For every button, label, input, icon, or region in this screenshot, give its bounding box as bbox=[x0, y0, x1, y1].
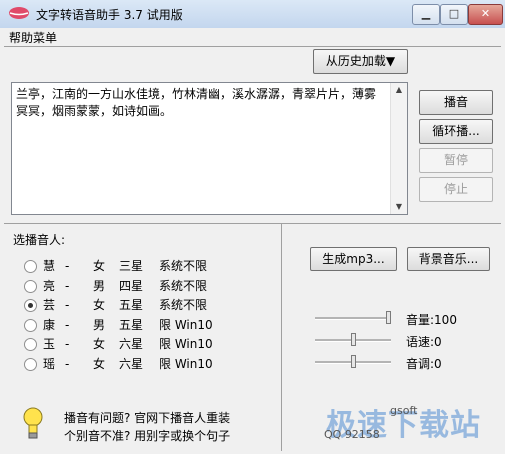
tip-line-1: 播音有问题? 官网下播音人重装 bbox=[64, 411, 231, 425]
scroll-up-icon[interactable]: ▲ bbox=[394, 85, 404, 95]
voice-dash: - bbox=[65, 356, 70, 371]
lips-app-icon bbox=[9, 7, 29, 19]
slider-track[interactable] bbox=[315, 317, 391, 320]
radio-icon[interactable] bbox=[24, 338, 37, 351]
scroll-down-icon[interactable]: ▼ bbox=[394, 202, 404, 212]
voice-option[interactable]: 玉 - 女六星 限 Win10 bbox=[24, 335, 229, 353]
play-button[interactable]: 播音 bbox=[419, 90, 493, 115]
slider-label: 语速:0 bbox=[406, 335, 442, 349]
slider[interactable] bbox=[315, 355, 391, 369]
text-input-area[interactable]: 兰亭，江南的一方山水佳境，竹林清幽，溪水潺潺，青翠片片，薄雾冥冥，烟雨蒙蒙，如诗… bbox=[11, 82, 408, 215]
divider bbox=[4, 46, 501, 47]
voice-stars: 五星 bbox=[119, 298, 144, 312]
voice-dash: - bbox=[65, 298, 70, 312]
pause-button[interactable]: 暂停 bbox=[419, 148, 493, 173]
slider[interactable] bbox=[315, 311, 391, 325]
voice-option[interactable]: 康 - 男五星限 Win10 bbox=[24, 316, 229, 334]
voice-dash: - bbox=[65, 278, 70, 293]
slider-thumb[interactable] bbox=[351, 333, 356, 346]
voice-option[interactable]: 慧 - 女三星 系统不限 bbox=[24, 257, 229, 275]
voice-stars: 三星 bbox=[119, 259, 144, 273]
stop-button[interactable]: 停止 bbox=[419, 177, 493, 202]
voice-section-label: 选播音人: bbox=[13, 233, 66, 247]
voice-option[interactable]: 亮 - 男四星 系统不限 bbox=[24, 277, 229, 295]
voice-gender: 女 bbox=[93, 337, 106, 351]
divider bbox=[4, 223, 501, 224]
voice-name: 玉 bbox=[43, 337, 56, 351]
text-scrollbar[interactable]: ▲ ▼ bbox=[390, 83, 407, 214]
voice-option[interactable]: 瑶 - 女六星限 Win10 bbox=[24, 355, 229, 373]
voice-limit: 限 Win10 bbox=[159, 337, 213, 351]
voice-limit: 系统不限 bbox=[159, 278, 208, 293]
radio-icon[interactable] bbox=[24, 318, 37, 332]
voice-name: 亮 bbox=[43, 278, 56, 293]
voice-stars: 六星 bbox=[119, 356, 144, 371]
slider-thumb[interactable] bbox=[386, 311, 391, 324]
background-music-button[interactable]: 背景音乐... bbox=[407, 247, 490, 271]
radio-icon[interactable] bbox=[24, 260, 37, 273]
window-title: 文字转语音助手 3.7 试用版 bbox=[36, 8, 183, 22]
voice-limit: 系统不限 bbox=[159, 259, 208, 273]
radio-icon[interactable] bbox=[24, 279, 37, 293]
minimize-button[interactable]: ▁ bbox=[412, 4, 440, 25]
slider-thumb[interactable] bbox=[351, 355, 356, 368]
close-button[interactable]: ✕ bbox=[468, 4, 503, 25]
text-input-content[interactable]: 兰亭，江南的一方山水佳境，竹林清幽，溪水潺潺，青翠片片，薄雾冥冥，烟雨蒙蒙，如诗… bbox=[16, 86, 381, 120]
voice-option[interactable]: 芸 - 女五星 系统不限 bbox=[24, 296, 229, 314]
voice-gender: 女 bbox=[93, 298, 106, 312]
slider-label: 音调:0 bbox=[406, 357, 442, 371]
voice-name: 芸 bbox=[43, 298, 56, 312]
voice-dash: - bbox=[65, 259, 70, 273]
menu-bar: 帮助菜单 bbox=[0, 28, 505, 46]
voice-gender: 男 bbox=[93, 317, 106, 332]
voice-gender: 女 bbox=[93, 356, 106, 371]
loop-play-button[interactable]: 循环播... bbox=[419, 119, 493, 144]
watermark-sub-1: gsoft bbox=[390, 404, 418, 417]
voice-gender: 女 bbox=[93, 259, 106, 273]
history-load-button[interactable]: 从历史加载▼ bbox=[313, 49, 408, 74]
lightbulb-icon bbox=[23, 407, 43, 439]
radio-icon[interactable] bbox=[24, 357, 37, 371]
menu-help[interactable]: 帮助菜单 bbox=[9, 29, 57, 46]
voice-stars: 六星 bbox=[119, 337, 144, 351]
tip-line-2: 个别音不准? 用别字或换个句子 bbox=[64, 429, 231, 443]
voice-limit: 限 Win10 bbox=[159, 317, 213, 332]
voice-name: 瑶 bbox=[43, 356, 56, 371]
voice-name: 慧 bbox=[43, 259, 56, 273]
voice-stars: 五星 bbox=[119, 317, 144, 332]
generate-mp3-button[interactable]: 生成mp3... bbox=[310, 247, 397, 271]
voice-stars: 四星 bbox=[119, 278, 144, 293]
title-bar: 文字转语音助手 3.7 试用版 ▁ □ ✕ bbox=[0, 0, 505, 29]
slider-label: 音量:100 bbox=[406, 313, 457, 327]
voice-gender: 男 bbox=[93, 278, 106, 293]
divider bbox=[281, 223, 282, 451]
voice-limit: 限 Win10 bbox=[159, 356, 213, 371]
voice-limit: 系统不限 bbox=[159, 298, 208, 312]
maximize-button[interactable]: □ bbox=[440, 4, 468, 25]
slider[interactable] bbox=[315, 333, 391, 347]
voice-name: 康 bbox=[43, 317, 56, 332]
radio-icon[interactable] bbox=[24, 299, 37, 312]
watermark-sub-2: QQ 92158 bbox=[324, 428, 380, 441]
voice-dash: - bbox=[65, 337, 70, 351]
voice-dash: - bbox=[65, 317, 70, 332]
